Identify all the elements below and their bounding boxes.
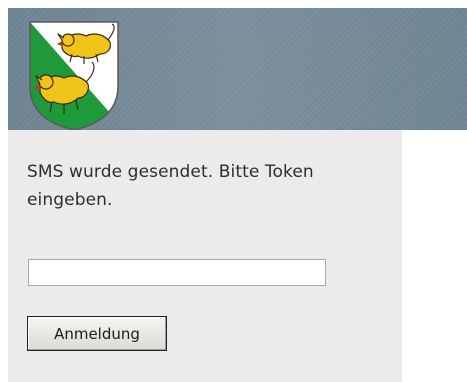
login-button[interactable]: Anmeldung — [27, 316, 167, 351]
token-input[interactable] — [28, 259, 326, 286]
login-panel: SMS wurde gesendet. Bitte Token eingeben… — [8, 130, 402, 382]
thurgau-coat-of-arms-icon — [29, 21, 119, 131]
sms-sent-message: SMS wurde gesendet. Bitte Token eingeben… — [27, 162, 314, 210]
page-header — [8, 8, 467, 131]
